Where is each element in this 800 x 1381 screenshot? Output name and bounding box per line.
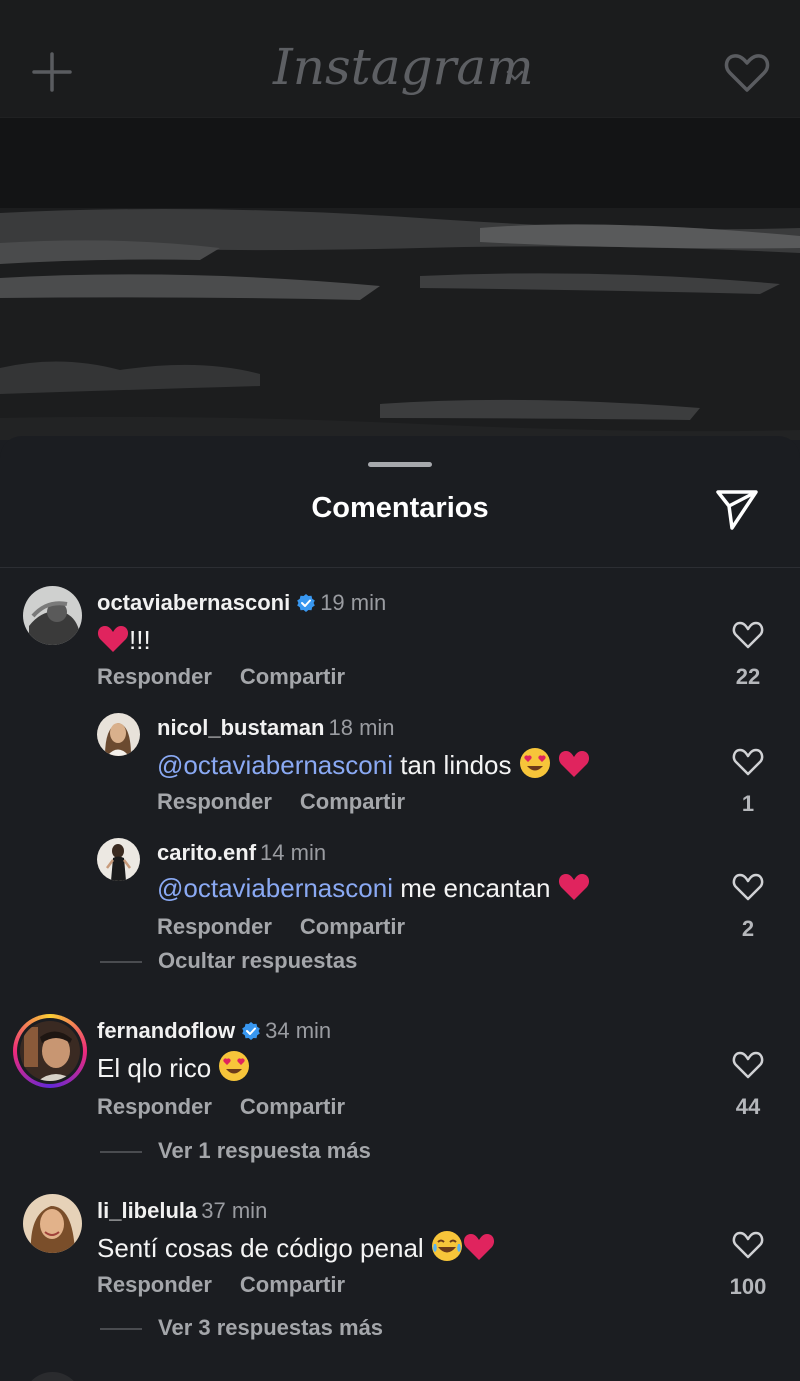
share-button[interactable]: Compartir <box>300 914 405 939</box>
red-heart-emoji-icon <box>558 874 589 900</box>
plus-icon[interactable] <box>30 50 74 94</box>
comment-actions: Responder Compartir <box>97 1094 345 1120</box>
feed-background: Instagram <box>0 0 800 440</box>
comment-meta: li_libelula 37 min <box>97 1198 267 1224</box>
like-count: 2 <box>741 916 755 941</box>
comment-text: !!! <box>97 624 151 656</box>
heart-outline-icon[interactable] <box>732 872 764 902</box>
send-icon[interactable] <box>714 486 760 532</box>
like-count: 1 <box>741 791 755 816</box>
reply-button[interactable]: Responder <box>97 1272 212 1297</box>
comment-meta: nicol_bustaman 18 min <box>157 715 395 741</box>
red-heart-emoji-icon <box>463 1234 494 1260</box>
comments-sheet: Comentarios octaviabernasconi 19 min !!! … <box>0 436 800 1381</box>
comment-actions: Responder Compartir <box>97 1272 345 1298</box>
avatar[interactable] <box>97 838 140 881</box>
share-button[interactable]: Compartir <box>240 1272 345 1297</box>
sheet-title: Comentarios <box>311 492 489 524</box>
like-button[interactable]: 22 <box>723 620 773 690</box>
comment-text: @octaviabernasconi tan lindos <box>157 747 590 781</box>
reply-button[interactable]: Responder <box>97 1094 212 1119</box>
like-count: 22 <box>735 664 761 689</box>
avatar-story-ring[interactable] <box>13 1014 87 1088</box>
view-more-replies-button[interactable]: Ver 3 respuestas más <box>100 1315 383 1341</box>
username[interactable]: li_libelula <box>97 1198 197 1223</box>
tears-of-joy-emoji-icon <box>431 1231 462 1261</box>
reply-button[interactable]: Responder <box>157 789 272 814</box>
comment-actions: Responder Compartir <box>157 914 405 940</box>
username[interactable]: carito.enf <box>157 840 256 865</box>
comment-text: @octaviabernasconi me encantan <box>157 872 590 904</box>
like-button[interactable]: 44 <box>723 1050 773 1120</box>
like-count: 100 <box>729 1274 767 1299</box>
comment-text: El qlo rico <box>97 1050 250 1084</box>
mention-link[interactable]: @octaviabernasconi <box>157 750 393 780</box>
heart-outline-icon[interactable] <box>732 747 764 777</box>
heart-eyes-emoji-icon <box>219 1051 250 1081</box>
reply-button[interactable]: Responder <box>97 664 212 689</box>
top-bar: Instagram <box>0 0 800 118</box>
heart-outline-icon[interactable] <box>732 1230 764 1260</box>
timestamp: 14 min <box>260 840 327 865</box>
chevron-down-icon[interactable] <box>504 64 526 86</box>
red-heart-emoji-icon <box>97 626 129 652</box>
avatar[interactable] <box>23 586 82 645</box>
comment-actions: Responder Compartir <box>157 789 405 815</box>
sheet-grabber[interactable] <box>368 462 432 467</box>
timestamp: 19 min <box>320 590 387 615</box>
thread-line <box>100 1328 142 1331</box>
comment-meta: fernandoflow 34 min <box>97 1018 331 1044</box>
avatar[interactable] <box>97 713 140 756</box>
view-more-replies-button[interactable]: Ver 1 respuesta más <box>100 1138 371 1164</box>
timestamp: 34 min <box>265 1018 332 1043</box>
hide-replies-button[interactable]: Ocultar respuestas <box>100 948 357 974</box>
verified-badge-icon <box>242 1022 260 1040</box>
comment-meta: octaviabernasconi 19 min <box>97 590 386 616</box>
avatar[interactable] <box>23 1372 82 1381</box>
heart-icon[interactable] <box>722 48 772 98</box>
thread-line <box>100 1151 142 1154</box>
like-button[interactable]: 100 <box>723 1230 773 1300</box>
post-image <box>0 118 800 440</box>
like-button[interactable]: 1 <box>723 747 773 817</box>
comment-meta: carito.enf 14 min <box>157 840 326 866</box>
share-button[interactable]: Compartir <box>240 664 345 689</box>
share-button[interactable]: Compartir <box>300 789 405 814</box>
red-heart-emoji-icon <box>558 751 589 777</box>
thread-line <box>100 961 142 964</box>
share-button[interactable]: Compartir <box>240 1094 345 1119</box>
heart-eyes-emoji-icon <box>519 748 550 778</box>
divider <box>0 567 800 568</box>
heart-outline-icon[interactable] <box>732 1050 764 1080</box>
avatar[interactable] <box>23 1194 82 1253</box>
like-count: 44 <box>735 1094 761 1119</box>
username[interactable]: fernandoflow <box>97 1018 235 1043</box>
like-button[interactable]: 2 <box>723 872 773 942</box>
heart-outline-icon[interactable] <box>732 620 764 650</box>
instagram-logo[interactable]: Instagram <box>273 38 534 96</box>
comment-text: Sentí cosas de código penal <box>97 1230 495 1264</box>
comment-actions: Responder Compartir <box>97 664 345 690</box>
mention-link[interactable]: @octaviabernasconi <box>157 873 393 903</box>
timestamp: 37 min <box>201 1198 268 1223</box>
timestamp: 18 min <box>328 715 395 740</box>
verified-badge-icon <box>297 594 315 612</box>
username[interactable]: nicol_bustaman <box>157 715 324 740</box>
username[interactable]: octaviabernasconi <box>97 590 290 615</box>
reply-button[interactable]: Responder <box>157 914 272 939</box>
